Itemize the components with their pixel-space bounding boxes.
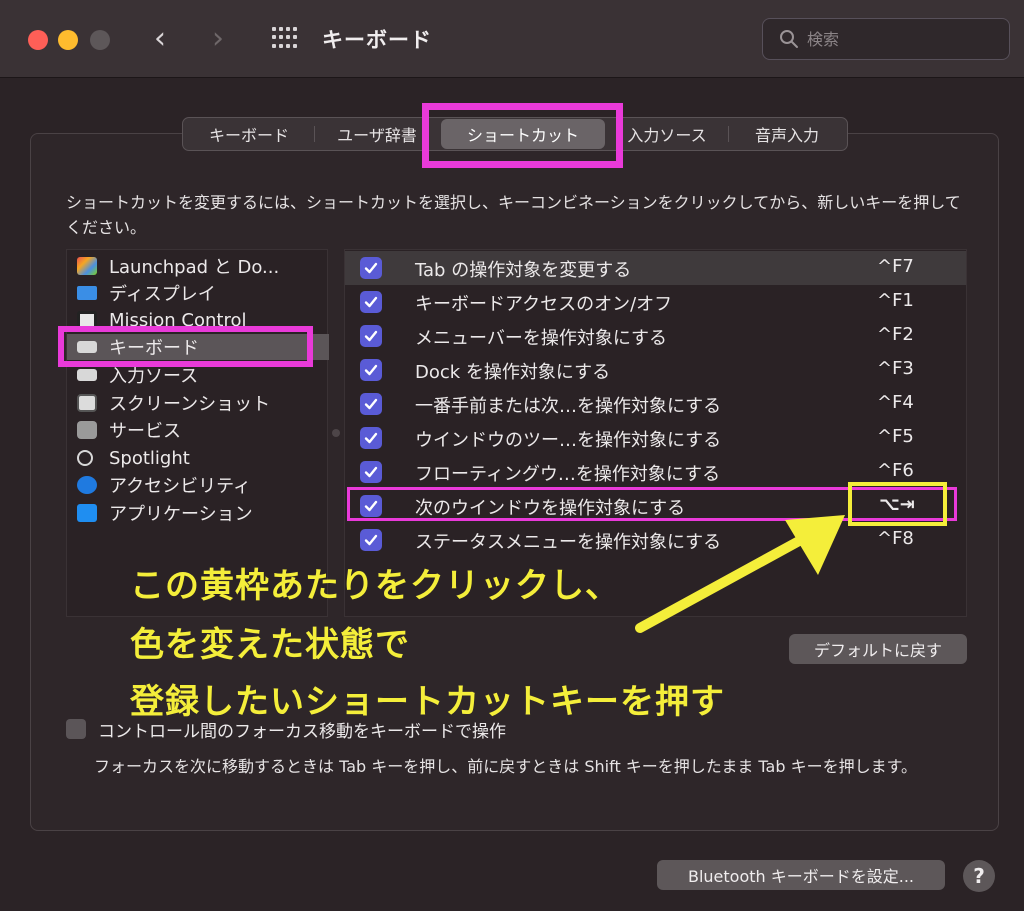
category-label: Spotlight — [109, 447, 190, 469]
zoom-window-button[interactable] — [90, 30, 110, 50]
category-label: アクセシビリティ — [109, 476, 252, 497]
focus-description: フォーカスを次に移動するときは Tab キーを押し、前に戻すときは Shift … — [94, 757, 917, 776]
search-icon — [780, 30, 798, 48]
tab-dictation[interactable]: 音声入力 — [729, 119, 845, 149]
checkmark-icon — [364, 534, 378, 546]
input-source-icon — [77, 369, 97, 381]
checkmark-icon — [364, 364, 378, 376]
shortcut-checkbox[interactable] — [360, 427, 382, 449]
window-title: キーボード — [322, 28, 432, 52]
shortcut-key[interactable]: ^F8 — [877, 528, 914, 549]
shortcut-key[interactable]: ^F4 — [877, 392, 914, 413]
shortcut-key[interactable]: ^F5 — [877, 426, 914, 447]
shortcut-key[interactable]: ^F3 — [877, 358, 914, 379]
search-input[interactable] — [807, 27, 997, 51]
launchpad-icon — [77, 257, 97, 275]
shortcut-key[interactable]: ^F6 — [877, 460, 914, 481]
shortcut-row[interactable]: メニューバーを操作対象にする ^F2 — [345, 319, 966, 353]
search-field[interactable] — [762, 18, 1010, 60]
shortcut-label: 一番手前または次…を操作対象にする — [415, 396, 722, 417]
category-item-screenshot[interactable]: スクリーンショット — [77, 390, 270, 416]
shortcut-key[interactable]: ^F2 — [877, 324, 914, 345]
title-bar: ‹ › キーボード — [0, 0, 1024, 78]
annotation-line-1: この黄枠あたりをクリックし、 — [130, 566, 620, 606]
checkmark-icon — [364, 262, 378, 274]
annotation-arrow-icon — [635, 515, 845, 633]
shortcut-checkbox[interactable] — [360, 461, 382, 483]
tab-input-sources[interactable]: 入力ソース — [605, 119, 729, 149]
shortcut-label: Tab の操作対象を変更する — [415, 260, 632, 281]
shortcut-checkbox[interactable] — [360, 359, 382, 381]
close-window-button[interactable] — [28, 30, 48, 50]
key-highlight-box — [848, 482, 947, 526]
shortcut-checkbox[interactable] — [360, 291, 382, 313]
accessibility-icon — [77, 476, 97, 494]
category-label: Launchpad と Do... — [109, 257, 280, 278]
shortcut-row[interactable]: Tab の操作対象を変更する ^F7 — [345, 251, 966, 285]
instruction-text: ショートカットを変更するには、ショートカットを選択し、キーコンビネーションをクリ… — [66, 193, 961, 237]
tab-label: ユーザ辞書 — [337, 126, 417, 145]
category-item-spotlight[interactable]: Spotlight — [77, 445, 190, 471]
checkmark-icon — [364, 296, 378, 308]
focus-checkbox-row[interactable]: コントロール間のフォーカス移動をキーボードで操作 — [66, 718, 506, 742]
checkmark-icon — [364, 466, 378, 478]
shortcut-label: フローティングウ…を操作対象にする — [415, 464, 721, 485]
focus-checkbox-label: コントロール間のフォーカス移動をキーボードで操作 — [98, 721, 506, 742]
category-item-launchpad[interactable]: Launchpad と Do... — [77, 253, 279, 279]
show-all-grid-icon[interactable] — [272, 27, 298, 49]
tab-label: 音声入力 — [754, 126, 819, 145]
shortcut-label: Dock を操作対象にする — [415, 362, 611, 383]
category-item-services[interactable]: サービス — [77, 417, 181, 443]
shortcut-row[interactable]: Dock を操作対象にする ^F3 — [345, 353, 966, 387]
shortcut-checkbox[interactable] — [360, 393, 382, 415]
minimize-window-button[interactable] — [58, 30, 78, 50]
tab-label: 入力ソース — [627, 126, 707, 145]
tab-user-dictionary[interactable]: ユーザ辞書 — [315, 119, 439, 149]
category-item-display[interactable]: ディスプレイ — [77, 280, 216, 306]
shortcut-checkbox[interactable] — [360, 529, 382, 551]
split-view-handle[interactable] — [332, 429, 340, 437]
shortcut-key[interactable]: ^F1 — [877, 290, 914, 311]
shortcut-checkbox[interactable] — [360, 325, 382, 347]
back-chevron-icon[interactable]: ‹ — [154, 22, 166, 56]
restore-defaults-button[interactable]: デフォルトに戻す — [789, 634, 967, 664]
category-label: サービス — [109, 421, 181, 442]
category-highlight-box — [58, 326, 313, 367]
category-item-accessibility[interactable]: アクセシビリティ — [77, 472, 251, 498]
shortcut-label: メニューバーを操作対象にする — [415, 328, 667, 349]
tab-keyboard[interactable]: キーボード — [183, 119, 315, 149]
services-icon — [77, 421, 97, 439]
screenshot-icon — [77, 394, 97, 412]
tab-label: キーボード — [208, 126, 289, 145]
category-label: ディスプレイ — [109, 284, 216, 305]
checkmark-icon — [364, 432, 378, 444]
checkmark-icon — [364, 330, 378, 342]
shortcut-row[interactable]: 一番手前または次…を操作対象にする ^F4 — [345, 387, 966, 421]
preferences-window: ‹ › キーボード キーボード ユーザ辞書 ショートカット 入力ソース 音声入力… — [0, 0, 1024, 911]
shortcut-label: キーボードアクセスのオン/オフ — [415, 294, 673, 315]
shortcut-label: ウインドウのツー…を操作対象にする — [415, 430, 722, 451]
category-label: アプリケーション — [109, 504, 253, 525]
category-label: スクリーンショット — [109, 394, 271, 415]
forward-chevron-icon[interactable]: › — [212, 22, 224, 56]
shortcut-row[interactable]: ウインドウのツー…を操作対象にする ^F5 — [345, 421, 966, 455]
focus-checkbox[interactable] — [66, 719, 86, 739]
help-button[interactable]: ? — [963, 860, 995, 892]
category-item-applications[interactable]: アプリケーション — [77, 500, 253, 526]
display-icon — [77, 286, 97, 300]
shortcut-key[interactable]: ^F7 — [877, 256, 914, 277]
bluetooth-keyboard-button[interactable]: Bluetooth キーボードを設定... — [657, 860, 945, 890]
spotlight-icon — [77, 450, 93, 466]
checkmark-icon — [364, 398, 378, 410]
shortcut-row[interactable]: キーボードアクセスのオン/オフ ^F1 — [345, 285, 966, 319]
shortcut-checkbox[interactable] — [360, 257, 382, 279]
annotation-line-2: 色を変えた状態で — [130, 625, 410, 665]
app-store-icon — [77, 504, 97, 522]
tab-highlight-box — [422, 103, 623, 168]
